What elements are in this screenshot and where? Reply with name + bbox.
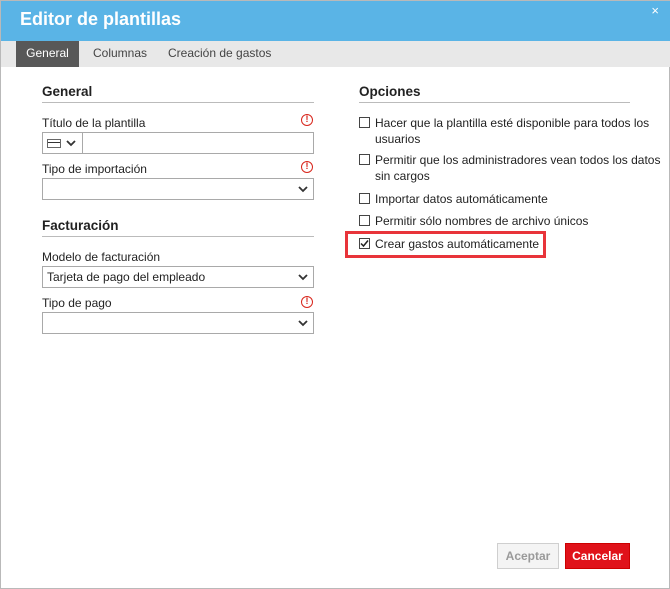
tab-general[interactable]: General [16, 41, 79, 67]
required-icon: ! [301, 114, 313, 126]
payment-type-label: Tipo de pago [42, 296, 112, 310]
tab-columnas[interactable]: Columnas [93, 41, 147, 67]
checkbox[interactable] [359, 117, 370, 128]
checkbox[interactable] [359, 193, 370, 204]
option-label: Permitir que los administradores vean to… [375, 153, 661, 183]
tab-bar: General Columnas Creación de gastos [1, 41, 670, 67]
tab-creacion-de-gastos[interactable]: Creación de gastos [168, 41, 271, 67]
required-icon: ! [301, 161, 313, 173]
chevron-down-icon [66, 140, 76, 147]
option-label: Hacer que la plantilla esté disponible p… [375, 116, 650, 146]
billing-model-label: Modelo de facturación [42, 250, 161, 264]
general-heading: General [42, 84, 314, 103]
chevron-down-icon [298, 320, 308, 327]
billing-model-value: Tarjeta de pago del empleado [47, 270, 206, 284]
template-title-label: Título de la plantilla [42, 116, 146, 130]
highlight-box [345, 231, 546, 258]
flag-icon [47, 139, 61, 148]
options-heading: Opciones [359, 84, 630, 103]
option-label: Importar datos automáticamente [375, 192, 548, 206]
template-editor-dialog: Editor de plantillas × General Columnas … [0, 0, 670, 589]
cancel-button[interactable]: Cancelar [565, 543, 630, 569]
required-icon: ! [301, 296, 313, 308]
billing-heading: Facturación [42, 218, 314, 237]
import-type-select[interactable] [42, 178, 314, 200]
chevron-down-icon [298, 186, 308, 193]
payment-type-select[interactable] [42, 312, 314, 334]
chevron-down-icon [298, 274, 308, 281]
import-type-label: Tipo de importación [42, 162, 147, 176]
dialog-title: Editor de plantillas [20, 9, 182, 29]
template-title-field[interactable] [42, 132, 314, 154]
checkbox[interactable] [359, 154, 370, 165]
language-picker[interactable] [43, 133, 83, 153]
title-bar: Editor de plantillas × [1, 1, 670, 41]
billing-model-select[interactable]: Tarjeta de pago del empleado [42, 266, 314, 288]
checkbox[interactable] [359, 215, 370, 226]
accept-button[interactable]: Aceptar [497, 543, 559, 569]
option-label: Permitir sólo nombres de archivo únicos [375, 214, 589, 228]
close-icon[interactable]: × [651, 3, 659, 18]
